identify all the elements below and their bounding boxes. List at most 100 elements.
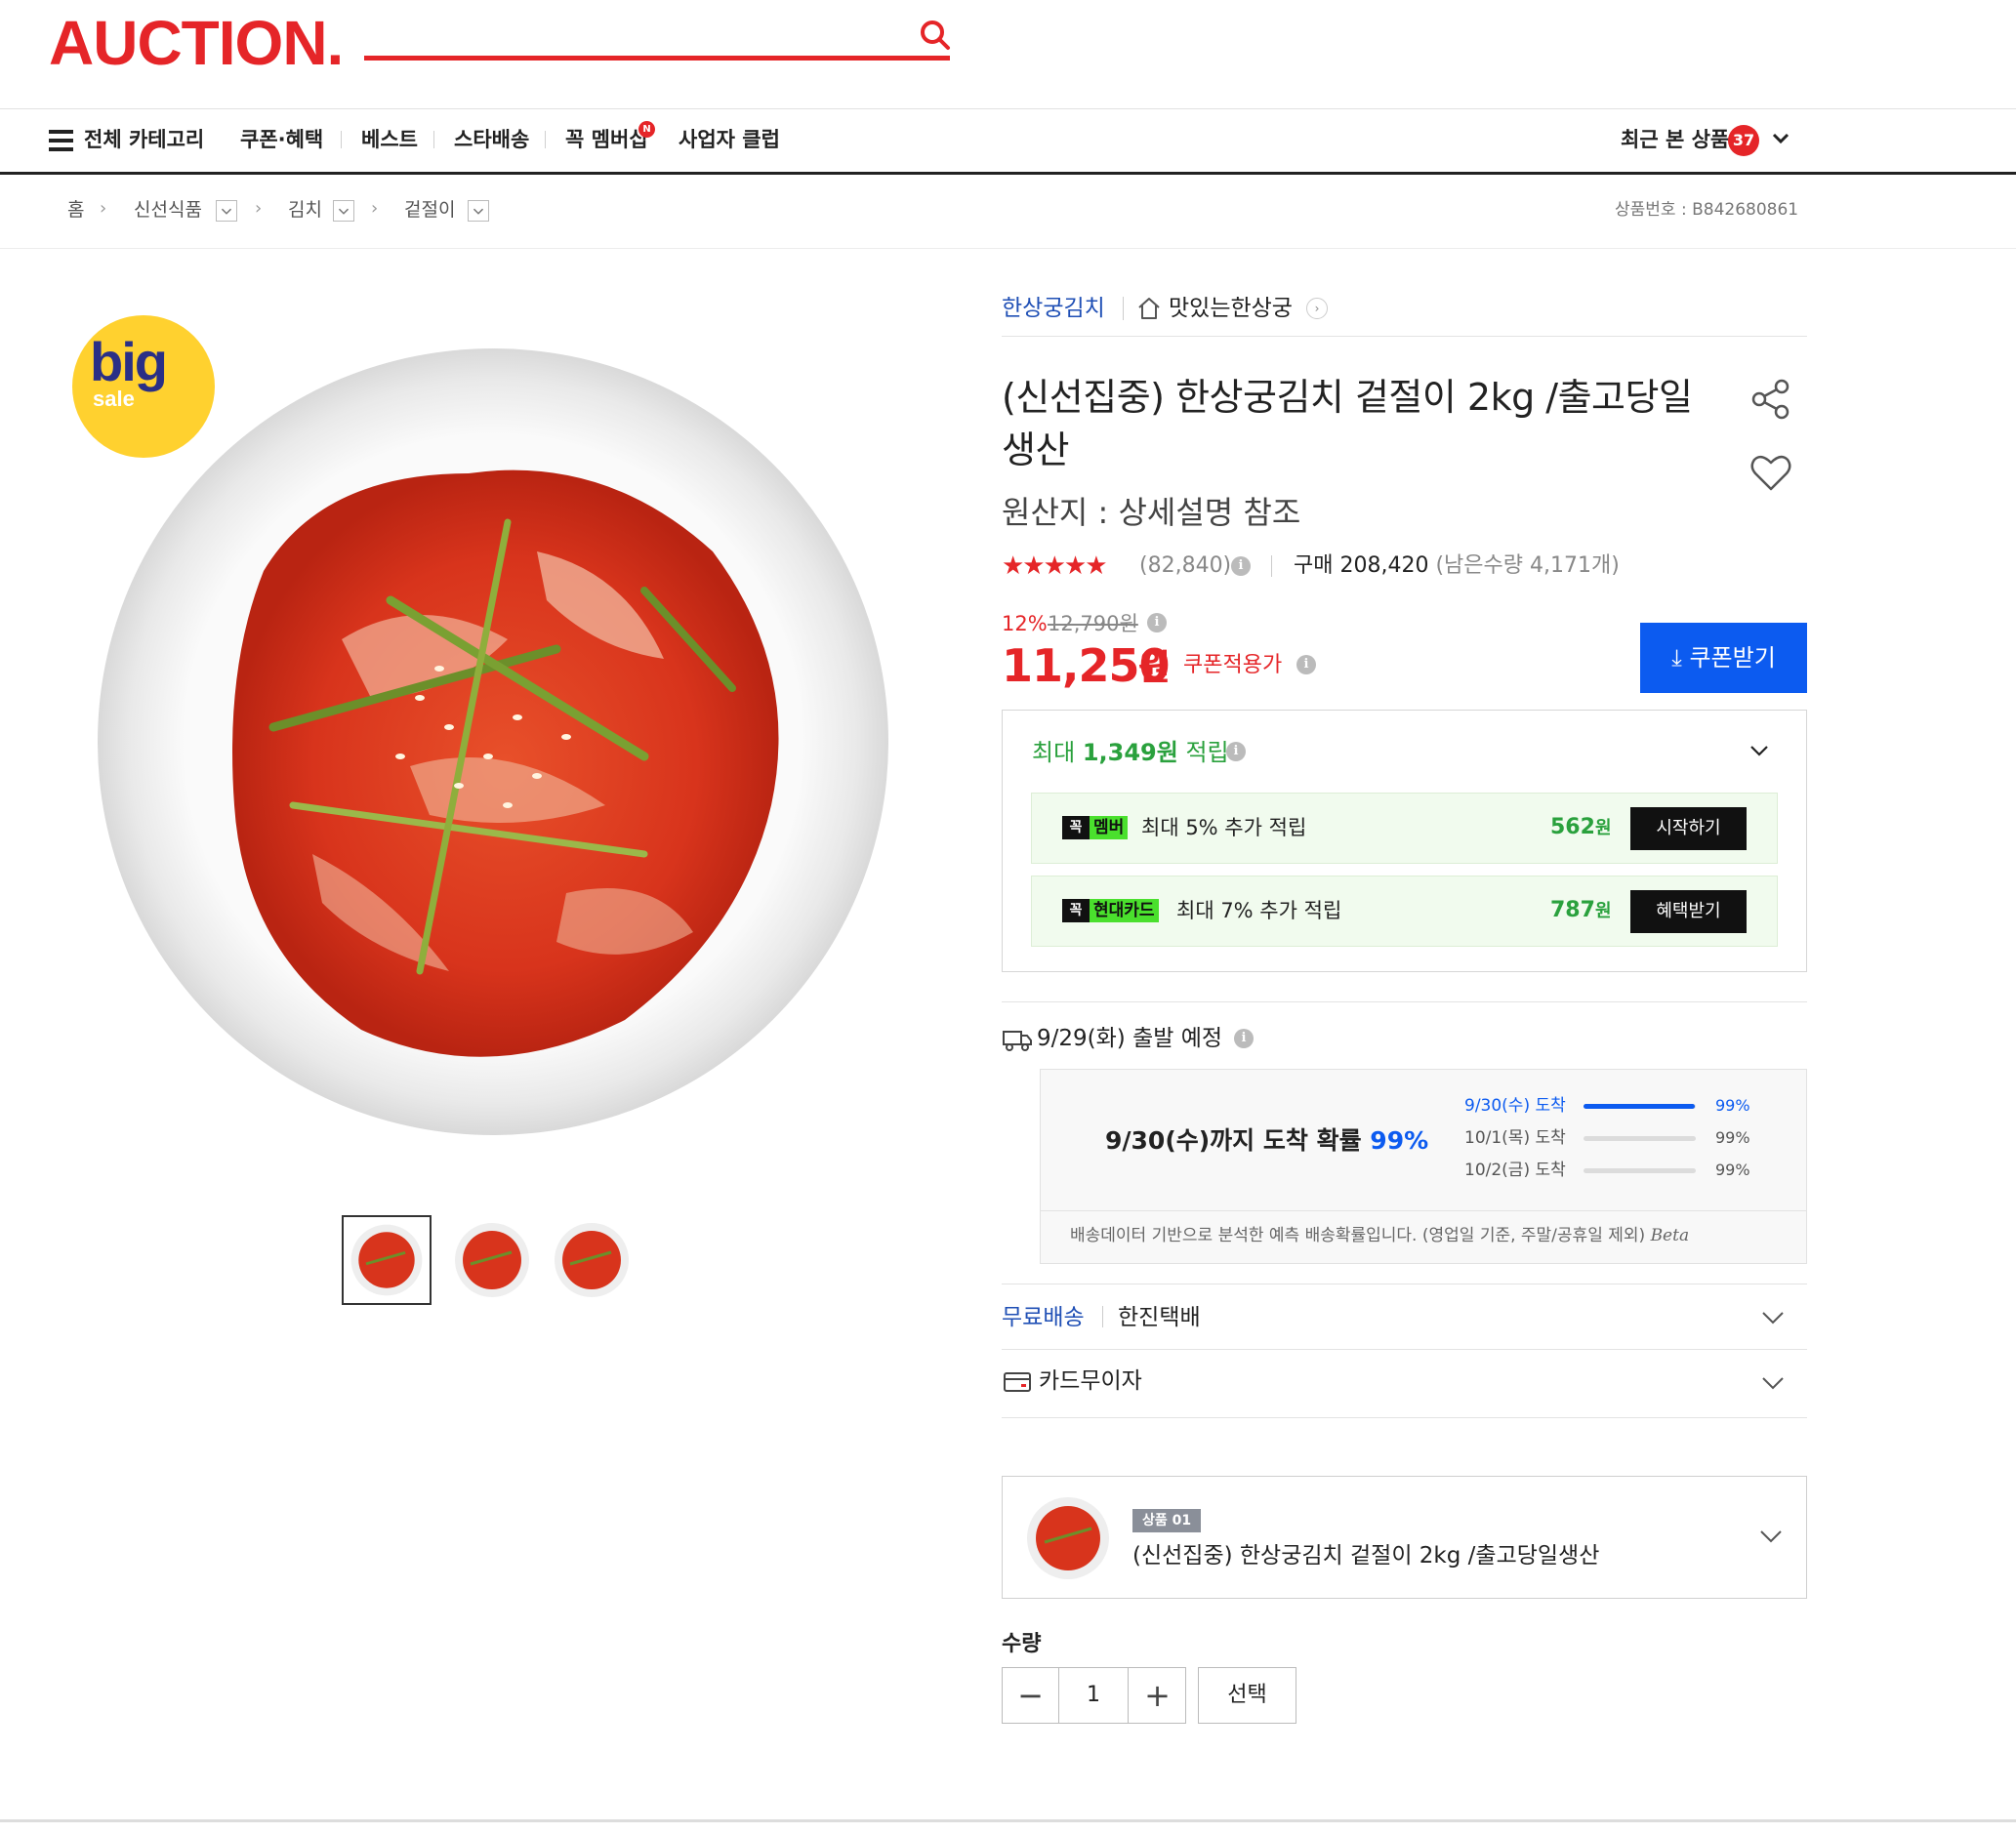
chevron-down-icon[interactable] bbox=[468, 200, 489, 222]
menu-icon[interactable] bbox=[49, 130, 73, 151]
chevron-right-icon[interactable]: › bbox=[1306, 298, 1328, 319]
forecast-pct-3: 99% bbox=[1715, 1161, 1750, 1179]
plus-icon[interactable]: + bbox=[1130, 1668, 1185, 1723]
info-icon[interactable]: i bbox=[1226, 742, 1246, 761]
forecast-day-1: 9/30(수) 도착 bbox=[1464, 1096, 1566, 1116]
start-membership-button[interactable]: 시작하기 bbox=[1630, 807, 1747, 850]
forecast-bar-1 bbox=[1584, 1104, 1696, 1109]
big-sale-badge-sale: sale bbox=[93, 387, 135, 411]
membership-points-value: 562 bbox=[1550, 815, 1595, 839]
membership-tag: 멤버 bbox=[1090, 816, 1129, 839]
thumbnail-3[interactable] bbox=[547, 1215, 637, 1305]
heart-icon[interactable] bbox=[1748, 449, 1794, 496]
info-icon[interactable]: i bbox=[1296, 655, 1316, 674]
share-icon[interactable] bbox=[1748, 376, 1794, 423]
nav-item-coupon[interactable]: 쿠폰·혜택 bbox=[240, 125, 323, 154]
recent-count-badge: 37 bbox=[1728, 125, 1759, 156]
breadcrumb-arrow-icon: › bbox=[255, 198, 263, 219]
product-image[interactable] bbox=[98, 346, 888, 1137]
card-points-value: 787 bbox=[1550, 898, 1595, 922]
free-delivery-label: 무료배송 bbox=[1002, 1305, 1085, 1330]
all-categories-button[interactable]: 전체 카테고리 bbox=[84, 125, 204, 154]
chevron-down-icon[interactable] bbox=[1758, 1524, 1784, 1549]
chevron-down-icon[interactable] bbox=[1760, 1370, 1786, 1396]
coupon-button[interactable]: ⤓ 쿠폰받기 bbox=[1640, 623, 1807, 693]
membership-points-unit: 원 bbox=[1594, 818, 1612, 838]
breadcrumb-arrow-icon: › bbox=[371, 198, 379, 219]
select-button[interactable]: 선택 bbox=[1198, 1667, 1296, 1724]
chevron-down-icon[interactable] bbox=[1769, 127, 1792, 150]
card-installment-label: 카드무이자 bbox=[1039, 1368, 1142, 1394]
truck-icon bbox=[1003, 1031, 1032, 1051]
breadcrumb-kimchi[interactable]: 김치 bbox=[288, 196, 322, 224]
rating-separator bbox=[1271, 555, 1272, 577]
card-tag: 현대카드 bbox=[1090, 899, 1159, 922]
points-suffix: 적립 bbox=[1185, 739, 1229, 766]
nav-item-membership[interactable]: 꼭 멤버십 bbox=[565, 125, 648, 154]
points-prefix: 최대 bbox=[1032, 739, 1076, 766]
quantity-label: 수량 bbox=[1002, 1632, 1042, 1656]
card-points-amount: 787원 bbox=[1550, 896, 1612, 926]
arrival-headline: 9/30(수)까지 도착 확률 99% bbox=[1105, 1124, 1428, 1158]
purchase-count: 구매 208,420 (남은수량 4,171개) bbox=[1294, 551, 1620, 581]
stock-count: (남은수량 4,171개) bbox=[1435, 553, 1620, 578]
search-icon[interactable] bbox=[918, 18, 953, 53]
nav-separator bbox=[545, 131, 546, 148]
chevron-down-icon[interactable] bbox=[216, 200, 237, 222]
info-icon[interactable]: i bbox=[1147, 613, 1167, 632]
bottom-divider bbox=[0, 1819, 2016, 1822]
credit-card-icon bbox=[1004, 1372, 1031, 1392]
delivery-separator bbox=[1102, 1306, 1103, 1327]
review-count[interactable]: (82,840) bbox=[1139, 551, 1231, 581]
nav-item-star-delivery[interactable]: 스타배송 bbox=[454, 125, 529, 154]
chevron-down-icon[interactable] bbox=[1747, 738, 1772, 763]
thumbnail-2[interactable] bbox=[447, 1215, 537, 1305]
big-sale-badge-big: big bbox=[90, 331, 168, 392]
coupon-button-label: 쿠폰받기 bbox=[1689, 644, 1776, 672]
search-input[interactable] bbox=[364, 56, 950, 61]
auction-logo[interactable]: AUCTION. bbox=[49, 8, 344, 78]
thumbnail-1[interactable] bbox=[342, 1215, 432, 1305]
minus-icon[interactable]: − bbox=[1003, 1668, 1058, 1723]
card-points-text: 최대 7% 추가 적립 bbox=[1176, 899, 1342, 922]
info-icon[interactable]: i bbox=[1234, 1029, 1254, 1048]
forecast-pct-1: 99% bbox=[1715, 1096, 1750, 1115]
forecast-day-2: 10/1(목) 도착 bbox=[1464, 1128, 1566, 1148]
chevron-down-icon[interactable] bbox=[1760, 1305, 1786, 1330]
origin-label: 원산지 : 상세설명 참조 bbox=[1002, 494, 1301, 531]
header-divider bbox=[0, 108, 2016, 109]
breadcrumb-geotjeori[interactable]: 겉절이 bbox=[404, 196, 455, 224]
get-card-benefit-button[interactable]: 혜택받기 bbox=[1630, 890, 1747, 933]
courier-name: 한진택배 bbox=[1118, 1305, 1201, 1330]
arrival-note-text: 배송데이터 기반으로 분석한 예측 배송확률입니다. (영업일 기준, 주말/공… bbox=[1070, 1226, 1646, 1245]
forecast-bar-fill bbox=[1584, 1104, 1695, 1109]
recent-products-label[interactable]: 최근 본 상품 bbox=[1621, 125, 1729, 154]
purchase-count-label: 구매 208,420 bbox=[1294, 553, 1429, 578]
breadcrumb-home[interactable]: 홈 bbox=[67, 196, 84, 224]
points-title[interactable]: 최대 1,349원 적립 bbox=[1032, 737, 1229, 768]
forecast-pct-2: 99% bbox=[1715, 1128, 1750, 1147]
departure-date: 9/29(화) 출발 예정 bbox=[1037, 1026, 1223, 1051]
beta-label: Beta bbox=[1650, 1226, 1690, 1245]
breadcrumb-arrow-icon: › bbox=[100, 198, 107, 219]
nav-separator bbox=[433, 131, 434, 148]
sale-price-unit: 원 bbox=[1138, 648, 1172, 688]
home-icon bbox=[1138, 298, 1160, 319]
arrival-headline-pct: 99% bbox=[1370, 1126, 1429, 1155]
coupon-price-label: 쿠폰적용가 bbox=[1183, 653, 1283, 677]
brand-link[interactable]: 한상궁김치 bbox=[1002, 293, 1105, 324]
product-number: 상품번호 : B842680861 bbox=[1615, 200, 1799, 220]
store-link[interactable]: 맛있는한상궁 bbox=[1169, 293, 1293, 324]
info-icon[interactable]: i bbox=[1231, 556, 1251, 576]
option-selector[interactable] bbox=[1002, 1476, 1807, 1599]
chevron-down-icon[interactable] bbox=[333, 200, 354, 222]
quantity-input[interactable]: 1 bbox=[1058, 1668, 1129, 1723]
card-points-unit: 원 bbox=[1594, 901, 1612, 921]
divider bbox=[1002, 336, 1807, 337]
points-amount: 1,349원 bbox=[1082, 739, 1178, 766]
nav-item-business-club[interactable]: 사업자 클럽 bbox=[679, 125, 780, 154]
breadcrumb-fresh-food[interactable]: 신선식품 bbox=[134, 196, 202, 224]
nav-item-best[interactable]: 베스트 bbox=[361, 125, 418, 154]
forecast-bar-2 bbox=[1584, 1136, 1696, 1141]
card-mark: 꼭 bbox=[1062, 899, 1090, 922]
